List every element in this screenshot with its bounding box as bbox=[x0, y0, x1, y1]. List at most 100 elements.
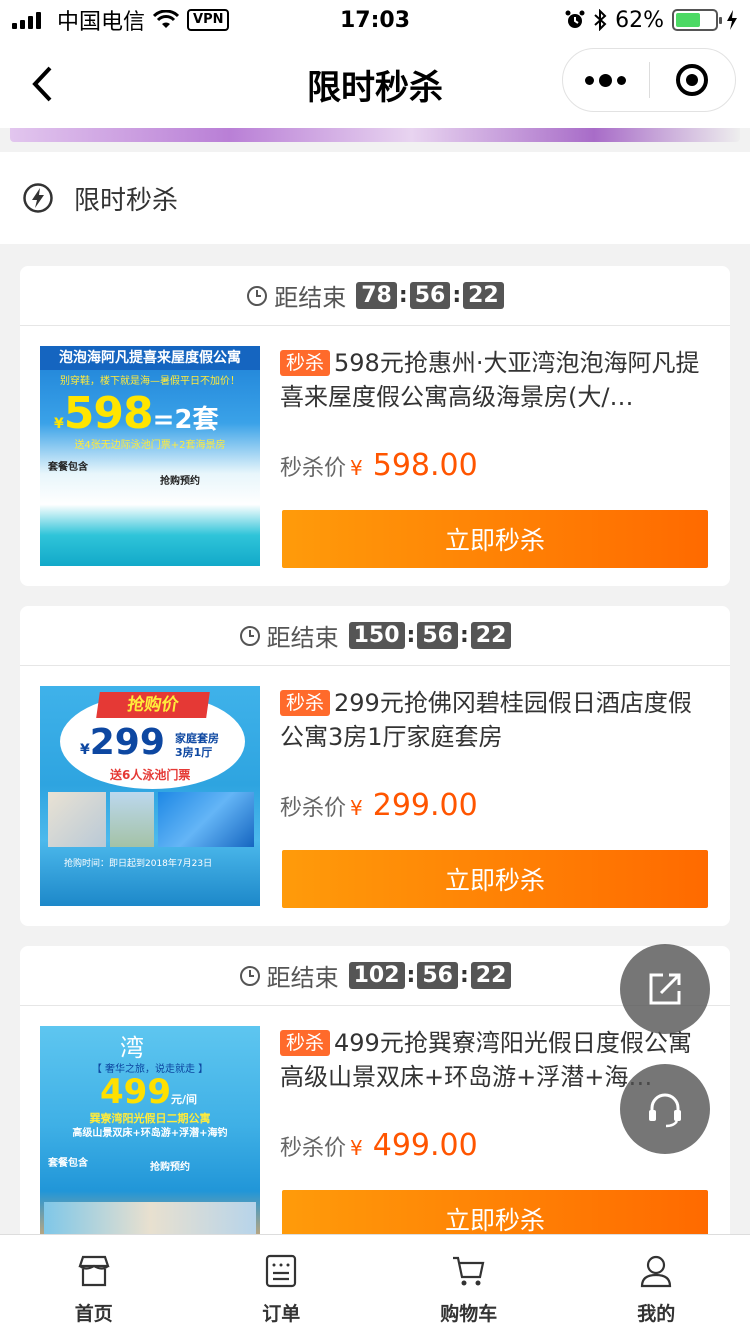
countdown-minutes: 56 bbox=[417, 962, 458, 989]
alarm-icon bbox=[565, 10, 585, 28]
card-body: 湾 【 奢华之旅，说走就走 】 499 元/间 巽寮湾阳光假日二期公寓 高级山景… bbox=[20, 1006, 730, 1266]
image-price-unit: 元/间 bbox=[170, 1093, 198, 1106]
image-note: 送4张无边际泳池门票+2套海景房 bbox=[74, 440, 226, 451]
user-icon bbox=[641, 1255, 672, 1288]
image-price-big: 299 bbox=[89, 722, 165, 763]
tab-profile[interactable]: 我的 bbox=[563, 1235, 750, 1334]
cart-icon bbox=[452, 1256, 485, 1286]
order-list-icon bbox=[266, 1254, 297, 1288]
tab-label: 订单 bbox=[262, 1303, 301, 1325]
back-button[interactable] bbox=[20, 62, 64, 106]
tab-label: 购物车 bbox=[440, 1303, 498, 1325]
tab-cart[interactable]: 购物车 bbox=[375, 1235, 563, 1334]
buy-now-button[interactable]: 立即秒杀 bbox=[282, 510, 708, 568]
section-header: 限时秒杀 bbox=[0, 152, 750, 244]
image-subtitle: 别穿鞋，楼下就是海—暑假平日不加价！ bbox=[60, 376, 240, 387]
countdown-label: 距结束 bbox=[266, 624, 339, 652]
image-price: 499 元/间 bbox=[100, 1072, 197, 1112]
buy-now-button[interactable]: 立即秒杀 bbox=[282, 850, 708, 908]
countdown-label: 距结束 bbox=[274, 284, 347, 312]
countdown-minutes: 56 bbox=[409, 282, 451, 309]
image-photo-room bbox=[48, 792, 106, 847]
signal-icon bbox=[12, 11, 41, 29]
countdown-seconds: 22 bbox=[470, 622, 512, 649]
countdown-minutes: 56 bbox=[417, 622, 458, 649]
tab-bar: 首页 订单 购物车 我的 bbox=[0, 1234, 750, 1334]
image-photo-pool bbox=[158, 792, 254, 847]
price-row: 秒杀价 ¥ 299.00 bbox=[280, 788, 478, 823]
tab-label: 首页 bbox=[74, 1303, 113, 1325]
price-row: 秒杀价 ¥ 598.00 bbox=[280, 448, 478, 483]
countdown-hours: 150 bbox=[348, 622, 405, 649]
price-value: 598.00 bbox=[372, 448, 478, 483]
banner-strip bbox=[10, 128, 740, 142]
price-label: 秒杀价 bbox=[280, 796, 347, 821]
image-room-layout: 3房1厅 bbox=[175, 746, 213, 759]
carrier-name: 中国电信 bbox=[57, 10, 146, 35]
share-float-button[interactable] bbox=[620, 944, 710, 1034]
status-bar: 中国电信 VPN 17:03 62% bbox=[0, 0, 750, 40]
battery-level bbox=[676, 13, 700, 27]
countdown-hours: 78 bbox=[356, 282, 397, 309]
image-price-suffix: =2套 bbox=[152, 405, 219, 435]
currency-symbol: ¥ bbox=[350, 456, 363, 480]
tab-home[interactable]: 首页 bbox=[0, 1235, 188, 1334]
product-title[interactable]: 秒杀 598元抢惠州·大亚湾泡泡海阿凡提喜来屋度假公寓高级海景房(大/… bbox=[280, 346, 710, 414]
image-note: 送6人泳池门票 bbox=[110, 768, 191, 782]
section-title: 限时秒杀 bbox=[74, 185, 179, 216]
product-image[interactable]: 泡泡海阿凡提喜来屋度假公寓 别穿鞋，楼下就是海—暑假平日不加价！ ¥ 598 =… bbox=[40, 346, 260, 566]
price-label: 秒杀价 bbox=[280, 456, 347, 481]
image-photo-building bbox=[110, 792, 154, 847]
price-row: 秒杀价 ¥ 499.00 bbox=[280, 1128, 478, 1163]
clock-icon bbox=[239, 965, 260, 986]
colon: : bbox=[406, 963, 416, 988]
page-title: 限时秒杀 bbox=[307, 67, 443, 108]
product-image[interactable]: 抢购价 ¥ 299 家庭套房 3房1厅 送6人泳池门票 抢购时间：即日起到201… bbox=[40, 686, 260, 906]
card-body: 抢购价 ¥ 299 家庭套房 3房1厅 送6人泳池门票 抢购时间：即日起到201… bbox=[20, 666, 730, 926]
bluetooth-icon bbox=[594, 9, 607, 31]
countdown-seconds: 22 bbox=[463, 282, 504, 309]
product-title-text: 299元抢佛冈碧桂园假日酒店度假公寓3房1厅家庭套房 bbox=[280, 689, 692, 751]
flash-sale-tag: 秒杀 bbox=[280, 350, 331, 376]
image-heading: 湾 bbox=[120, 1034, 144, 1062]
countdown-seconds: 22 bbox=[470, 962, 512, 989]
share-icon bbox=[649, 973, 681, 1005]
customer-service-float-button[interactable] bbox=[620, 1064, 710, 1154]
close-button[interactable] bbox=[650, 49, 736, 111]
image-price-big: 598 bbox=[63, 388, 154, 439]
image-note: 高级山景双床+环岛游+浮潜+海钓 bbox=[72, 1128, 228, 1139]
more-button[interactable] bbox=[563, 49, 649, 111]
tab-label: 我的 bbox=[637, 1303, 676, 1325]
image-package-title: 套餐包含 bbox=[48, 1158, 88, 1169]
product-image[interactable]: 湾 【 奢华之旅，说走就走 】 499 元/间 巽寮湾阳光假日二期公寓 高级山景… bbox=[40, 1026, 260, 1246]
nav-bar: 限时秒杀 bbox=[0, 40, 750, 128]
image-package-title: 套餐包含 bbox=[48, 462, 88, 473]
image-currency: ¥ bbox=[80, 742, 90, 758]
flash-sale-tag: 秒杀 bbox=[280, 1030, 331, 1056]
currency-symbol: ¥ bbox=[350, 1136, 363, 1160]
product-title[interactable]: 秒杀 299元抢佛冈碧桂园假日酒店度假公寓3房1厅家庭套房 bbox=[280, 686, 710, 754]
product-card[interactable]: 距结束 150 : 56 : 22 抢购价 ¥ 299 家庭套房 3房1厅 送6… bbox=[20, 606, 730, 926]
price-label: 秒杀价 bbox=[280, 1136, 347, 1161]
clock-icon bbox=[239, 625, 260, 646]
lightning-icon bbox=[23, 183, 53, 213]
image-banner: 泡泡海阿凡提喜来屋度假公寓 bbox=[40, 346, 260, 370]
battery-icon bbox=[672, 9, 722, 31]
countdown: 距结束 78 : 56 : 22 bbox=[20, 266, 730, 326]
flash-sale-tag: 秒杀 bbox=[280, 690, 331, 716]
store-icon bbox=[78, 1255, 110, 1287]
battery-percent: 62% bbox=[615, 7, 664, 33]
wifi-icon bbox=[153, 10, 180, 28]
product-title-text: 598元抢惠州·大亚湾泡泡海阿凡提喜来屋度假公寓高级海景房(大/… bbox=[280, 349, 700, 411]
colon: : bbox=[459, 963, 469, 988]
product-card[interactable]: 距结束 78 : 56 : 22 泡泡海阿凡提喜来屋度假公寓 别穿鞋，楼下就是海… bbox=[20, 266, 730, 586]
product-list: 距结束 78 : 56 : 22 泡泡海阿凡提喜来屋度假公寓 别穿鞋，楼下就是海… bbox=[20, 266, 730, 1286]
image-booking-title: 抢购预约 bbox=[160, 476, 200, 487]
tab-orders[interactable]: 订单 bbox=[188, 1235, 376, 1334]
image-info: 抢购时间：即日起到2018年7月23日 bbox=[64, 859, 213, 869]
card-body: 泡泡海阿凡提喜来屋度假公寓 别穿鞋，楼下就是海—暑假平日不加价！ ¥ 598 =… bbox=[20, 326, 730, 586]
colon: : bbox=[452, 283, 462, 308]
target-close-icon bbox=[676, 64, 709, 96]
colon: : bbox=[398, 283, 408, 308]
image-price: ¥ 299 bbox=[80, 722, 165, 763]
